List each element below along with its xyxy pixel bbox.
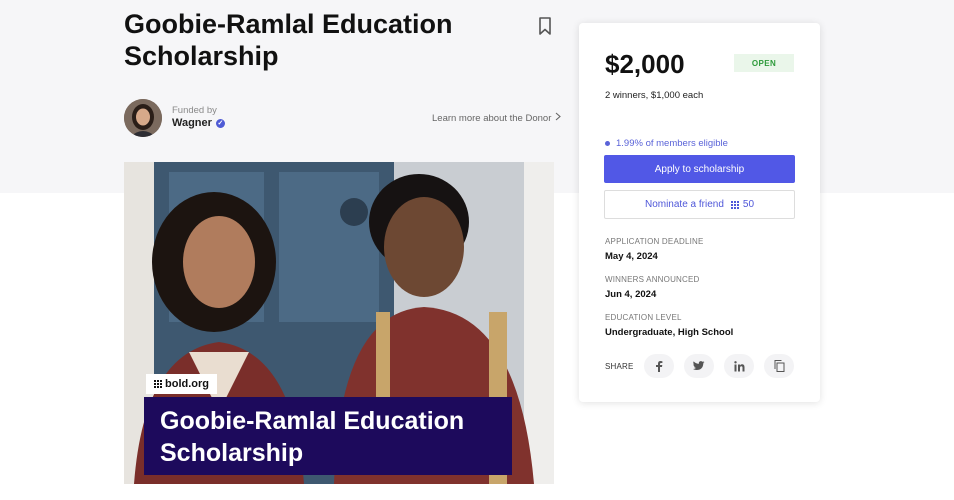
verified-icon: ✓ (215, 118, 225, 128)
bookmark-icon[interactable] (536, 16, 554, 36)
apply-button[interactable]: Apply to scholarship (604, 155, 795, 183)
hero-image: bold.org Goobie-Ramlal Education Scholar… (124, 162, 554, 484)
chevron-right-icon (555, 112, 562, 124)
donor-name[interactable]: Wagner ✓ (172, 117, 225, 129)
winners-announced-value: Jun 4, 2024 (605, 289, 657, 300)
linkedin-icon[interactable] (724, 354, 754, 378)
bold-logo-text: bold.org (165, 378, 209, 390)
eligibility-info: 1.99% of members eligible (605, 138, 728, 149)
share-label: SHARE (605, 362, 634, 371)
bold-logo-icon (154, 380, 162, 388)
donor-avatar (124, 99, 162, 137)
hero-title: Goobie-Ramlal Education Scholarship (160, 407, 465, 467)
award-amount: $2,000 (605, 49, 685, 79)
deadline-value: May 4, 2024 (605, 251, 658, 262)
deadline-label: APPLICATION DEADLINE (605, 237, 704, 246)
nominate-button[interactable]: Nominate a friend 50 (604, 190, 795, 219)
hero-title-band: Goobie-Ramlal Education Scholarship (144, 397, 512, 475)
copy-icon[interactable] (764, 354, 794, 378)
page-title: Goobie-Ramlal Education Scholarship (124, 9, 453, 71)
eligibility-dot-icon (605, 141, 610, 146)
grid-icon (730, 200, 739, 209)
donor-name-text: Wagner (172, 117, 212, 129)
twitter-icon[interactable] (684, 354, 714, 378)
education-level-value: Undergraduate, High School (605, 327, 734, 338)
learn-more-label: Learn more about the Donor (432, 112, 552, 124)
eligibility-text: 1.99% of members eligible (616, 138, 728, 149)
education-level-label: EDUCATION LEVEL (605, 313, 682, 322)
facebook-icon[interactable] (644, 354, 674, 378)
nominate-count: 50 (742, 199, 755, 210)
funded-by-label: Funded by (172, 105, 217, 116)
scholarship-card: $2,000 OPEN 2 winners, $1,000 each 1.99%… (579, 23, 820, 402)
nominate-label: Nominate a friend (644, 199, 724, 210)
winners-announced-label: WINNERS ANNOUNCED (605, 275, 700, 284)
winners-info: 2 winners, $1,000 each (605, 90, 704, 101)
learn-more-link[interactable]: Learn more about the Donor (432, 112, 562, 124)
bold-org-logo: bold.org (146, 374, 217, 394)
status-badge: OPEN (734, 54, 794, 72)
